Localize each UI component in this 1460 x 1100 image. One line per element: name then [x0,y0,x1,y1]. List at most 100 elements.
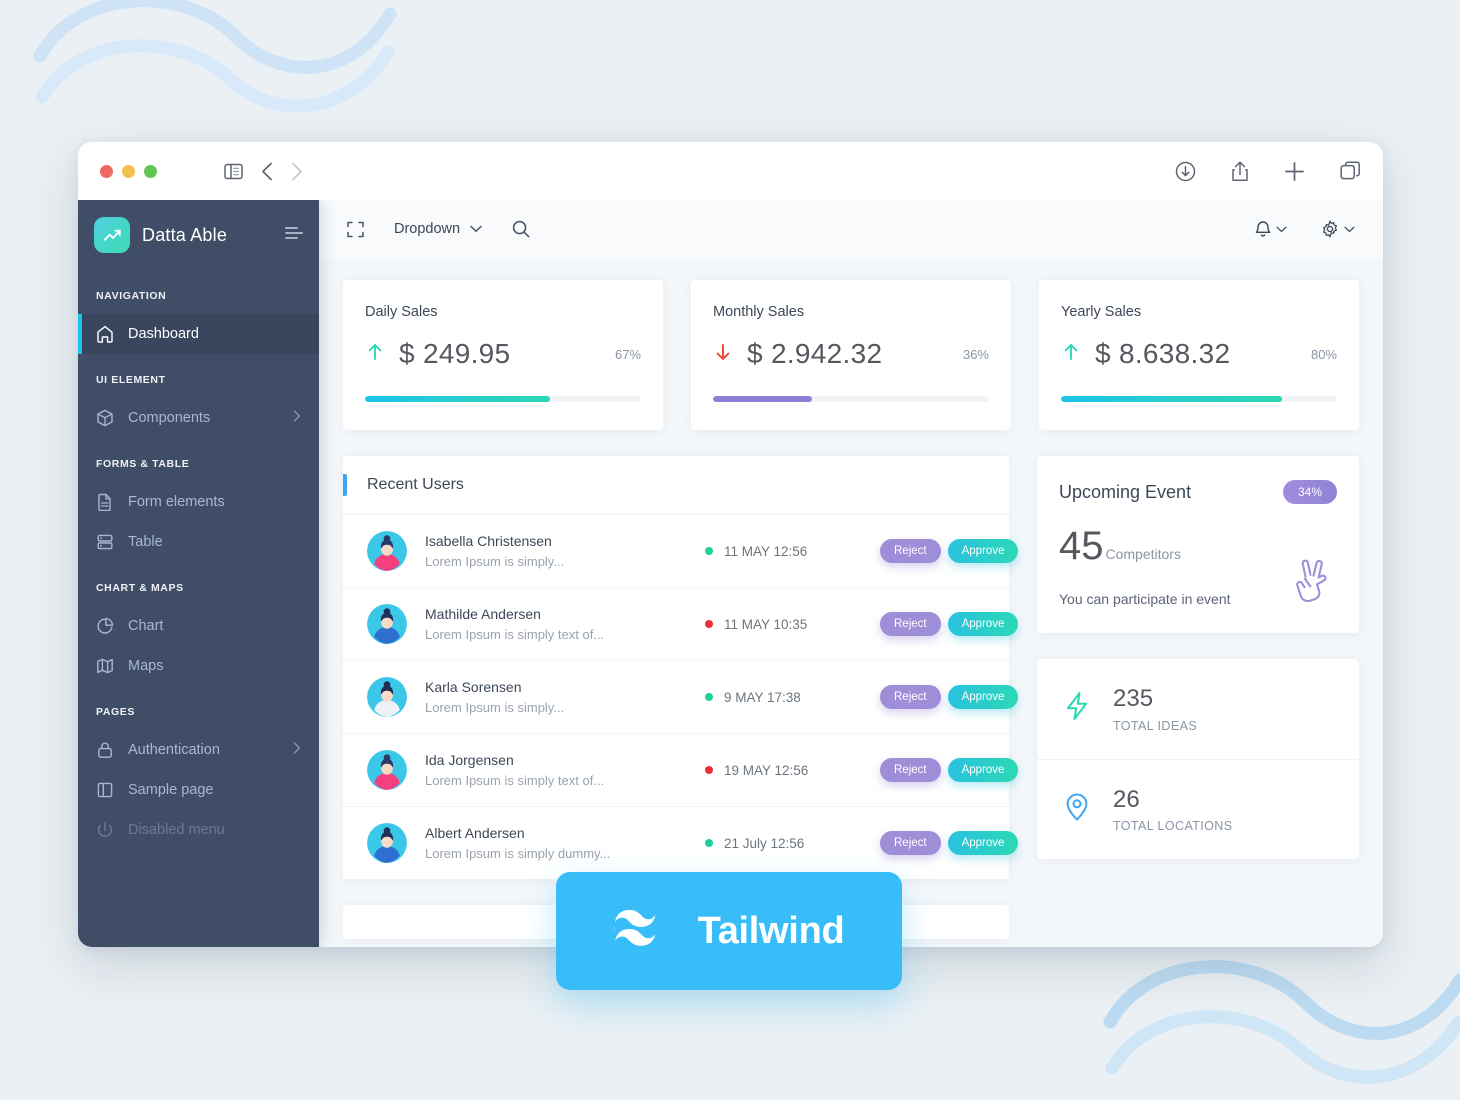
back-arrow-icon[interactable] [261,162,273,181]
stat-value: $ 249.95 [399,338,511,369]
mini-stat-label: TOTAL IDEAS [1113,718,1198,733]
sidebar-item-label: Authentication [128,742,220,758]
mini-stat-text: 26 TOTAL LOCATIONS [1113,786,1232,834]
timestamp: 11 MAY 10:35 [724,616,808,632]
stat-line: $ 8.638.32 80% [1061,338,1337,370]
status-dot [705,766,713,774]
chevron-down-icon [1276,226,1287,232]
mini-stat-row: 235 TOTAL IDEAS [1037,659,1359,759]
progress-bar [713,396,989,402]
user-note: Lorem Ipsum is simply... [425,700,565,715]
approve-button[interactable]: Approve [947,685,1019,709]
reject-button[interactable]: Reject [880,831,941,855]
sidebar-caption: FORMS & TABLE [96,458,190,470]
close-traffic-light[interactable] [100,164,113,178]
box-icon [96,409,114,427]
progress-bar [365,396,641,402]
tabs-icon[interactable] [1340,160,1361,182]
topbar: Dropdown [319,200,1383,258]
user-name: Isabella Christensen [425,533,552,549]
reject-button[interactable]: Reject [880,612,941,636]
user-time: 11 MAY 10:35 [705,617,880,632]
stat-line: $ 2.942.32 36% [713,338,989,370]
approve-button[interactable]: Approve [947,612,1019,636]
share-icon[interactable] [1231,160,1249,182]
sidebar-item-table[interactable]: Table [78,522,319,562]
dropdown-button[interactable]: Dropdown [394,221,482,237]
avatar [367,677,407,717]
sidebar-nav: NAVIGATION Dashboard UI ELEMENT Components F… [78,270,319,850]
user-info: Ida Jorgensen Lorem Ipsum is simply text … [425,752,705,788]
arrow-down-icon [713,342,733,367]
settings-button[interactable] [1321,220,1355,238]
traffic-lights [100,164,157,178]
brand-header: Datta Able [78,200,319,270]
arrow-up-icon [365,342,385,367]
user-info: Albert Andersen Lorem Ipsum is simply dum… [425,825,705,861]
minimize-traffic-light[interactable] [122,164,135,178]
menu-collapse-icon[interactable] [285,226,303,245]
right-column: Upcoming Event 34% 45 Competitors You ca… [1037,456,1359,860]
reject-button[interactable]: Reject [880,539,941,563]
pie-chart-icon [96,617,114,635]
avatar [367,823,407,863]
sidebar-caption: UI ELEMENT [96,374,166,386]
user-info: Mathilde Andersen Lorem Ipsum is simply t… [425,606,705,642]
table-row: Karla Sorensen Lorem Ipsum is simply... 9 … [343,661,1019,734]
stat-title: Monthly Sales [713,304,805,320]
wave-top-left-icon [33,0,397,113]
stat-card: Daily Sales $ 249.95 67% [343,280,663,430]
sidebar-item-components[interactable]: Components [78,398,319,438]
user-info: Isabella Christensen Lorem Ipsum is simpl… [425,533,705,569]
timestamp: 19 MAY 12:56 [724,762,809,778]
forward-arrow-icon[interactable] [291,162,303,181]
fullscreen-icon[interactable] [347,221,364,238]
sidebar-item-form-elements[interactable]: Form elements [78,482,319,522]
search-icon[interactable] [512,220,530,238]
approve-button[interactable]: Approve [947,758,1019,782]
sidebar-item-disabled-menu: Disabled menu [78,810,319,850]
recent-users-card: Recent Users Isabella Christensen Lorem I… [343,456,1019,879]
sidebar-item-label: Chart [128,618,164,634]
download-icon[interactable] [1175,161,1196,182]
sidebar-item-maps[interactable]: Maps [78,646,319,686]
sidebar-item-authentication[interactable]: Authentication [78,730,319,770]
approve-button[interactable]: Approve [947,539,1019,563]
home-icon [96,325,114,343]
table-row: Albert Andersen Lorem Ipsum is simply dum… [343,807,1019,879]
approve-button[interactable]: Approve [947,831,1019,855]
status-dot [705,620,713,628]
recent-users-column: Recent Users Isabella Christensen Lorem I… [343,456,1019,939]
sidebar-item-label: Dashboard [128,326,199,342]
reject-button[interactable]: Reject [880,685,941,709]
row-actions: Reject Approve [880,539,1019,563]
chevron-down-icon [470,225,482,232]
chevron-down-icon [1344,226,1355,232]
sidebar-toggle-icon[interactable] [224,163,243,180]
topbar-right-group [1255,220,1355,238]
sidebar-item-chart[interactable]: Chart [78,606,319,646]
dropdown-label: Dropdown [394,221,461,237]
sidebar-item-sample-page[interactable]: Sample page [78,770,319,810]
sidebar-item-dashboard[interactable]: Dashboard [78,314,319,354]
notification-button[interactable] [1255,220,1287,238]
maximize-traffic-light[interactable] [144,164,157,178]
recent-users-title: Recent Users [343,456,1009,515]
content-area: Dropdown Daily Sales $ 249.95 67% Monthl… [319,200,1383,947]
sidebar-caption: CHART & MAPS [96,582,184,594]
power-icon [96,821,114,839]
plus-icon[interactable] [1284,161,1305,182]
status-dot [705,839,713,847]
gear-icon [1322,220,1338,238]
table-row: Isabella Christensen Lorem Ipsum is simpl… [343,515,1019,588]
stat-card: Monthly Sales $ 2.942.32 36% [691,280,1011,430]
avatar [367,604,407,644]
event-number: 45 [1059,524,1104,568]
tailwind-label: Tailwind [697,909,845,952]
reject-button[interactable]: Reject [880,758,941,782]
app-body: Datta Able NAVIGATION Dashboard UI ELEMENT… [78,200,1383,947]
event-unit: Competitors [1105,546,1181,562]
stat-percent: 67% [614,346,641,362]
stat-card: Yearly Sales $ 8.638.32 80% [1039,280,1359,430]
row-actions: Reject Approve [880,758,1019,782]
